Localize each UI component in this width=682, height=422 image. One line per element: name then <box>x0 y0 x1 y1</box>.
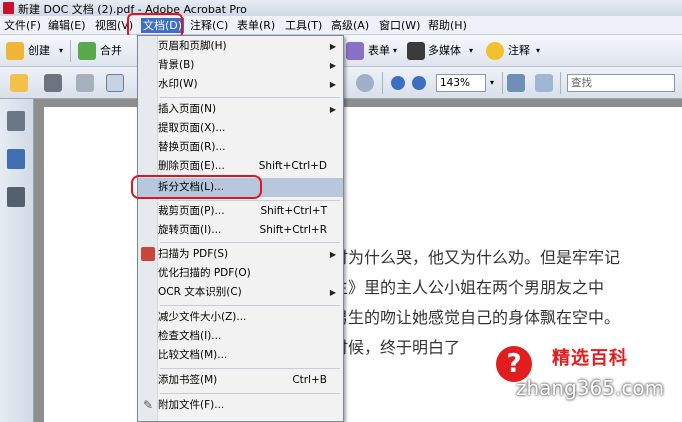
chevron-down-icon[interactable]: ▾ <box>536 41 540 61</box>
toolbar-separator <box>382 72 383 94</box>
menu-item-replace-pages[interactable]: 替换页面(R)... <box>138 138 343 157</box>
zoom-out-icon[interactable] <box>391 76 405 90</box>
multimedia-icon <box>407 42 425 60</box>
site-watermark: ? 精选百科 zhang365.com <box>472 340 682 410</box>
zoom-in-icon[interactable] <box>412 76 426 90</box>
menu-separator <box>160 97 340 98</box>
title-bar: 新建 DOC 文档 (2).pdf - Adobe Acrobat Pro <box>0 0 682 16</box>
menu-item-attach-file[interactable]: ✎ 附加文件(F)... <box>138 396 343 415</box>
shortcut-label: Shift+Ctrl+T <box>260 205 327 217</box>
menu-item-scan-to-pdf[interactable]: 扫描为 PDF(S) ▶ <box>138 245 343 264</box>
pages-panel-icon[interactable] <box>7 111 25 131</box>
toolbar-separator <box>70 40 71 62</box>
menu-item-delete-pages[interactable]: 删除页面(E)... Shift+Ctrl+D <box>138 157 343 176</box>
menu-separator <box>160 242 340 243</box>
document-text-line: 时候，终于明白了 <box>332 338 461 357</box>
forms-icon <box>346 42 364 60</box>
menu-window[interactable]: 窗口(W) <box>379 18 420 33</box>
navigation-panel <box>0 99 34 422</box>
menu-item-extract-pages[interactable]: 提取页面(X)... <box>138 119 343 138</box>
print-icon[interactable] <box>44 74 62 92</box>
menu-bar: 文件(F) 编辑(E) 视图(V) 文档(D) 注释(C) 表单(R) 工具(T… <box>0 16 682 35</box>
menu-item-insert-pages[interactable]: 插入页面(N) ▶ <box>138 100 343 119</box>
chevron-down-icon[interactable]: ▾ <box>490 73 494 93</box>
open-folder-icon[interactable] <box>10 74 28 92</box>
toolbar-separator <box>560 72 561 94</box>
menu-tools[interactable]: 工具(T) <box>285 18 322 33</box>
combine-icon <box>78 42 96 60</box>
combine-button[interactable]: 合并 <box>100 41 122 61</box>
fit-page-icon[interactable] <box>507 74 525 92</box>
document-text-line: 男生的吻让她感觉自己的身体飘在空中。 <box>332 308 621 327</box>
menu-item-rotate-pages[interactable]: 旋转页面(I)... Shift+Ctrl+R <box>138 221 343 240</box>
shortcut-label: Shift+Ctrl+R <box>259 224 327 236</box>
acrobat-app-icon <box>3 2 14 14</box>
menu-item-reduce-file-size[interactable]: 减少文件大小(Z)... <box>138 308 343 327</box>
menu-item-background[interactable]: 背景(B) ▶ <box>138 56 343 75</box>
menu-item-compare-documents[interactable]: 比较文档(M)... <box>138 346 343 365</box>
document-text-line: 主》里的主人公小姐在两个男朋友之中 <box>332 278 605 297</box>
save-icon[interactable] <box>76 74 94 92</box>
menu-separator <box>160 200 340 201</box>
toolbar-separator <box>502 72 503 94</box>
split-document-highlight-box <box>131 175 262 199</box>
watermark-brand: 精选百科 <box>552 348 628 369</box>
menu-item-optimize-scanned-pdf[interactable]: 优化扫描的 PDF(O) <box>138 264 343 283</box>
zoom-tool-icon[interactable] <box>356 74 374 92</box>
document-menu-dropdown: 页眉和页脚(H) ▶ 背景(B) ▶ 水印(W) ▶ 插入页面(N) ▶ 提取页… <box>137 35 344 422</box>
shortcut-label: Ctrl+B <box>292 374 327 386</box>
submenu-arrow-icon: ▶ <box>329 61 336 70</box>
menu-item-examine-document[interactable]: 检查文档(I)... <box>138 327 343 346</box>
menu-separator <box>160 368 340 369</box>
document-text-line: 时为什么哭，他又为什么劝。但是牢牢记 <box>332 248 621 267</box>
menu-item-crop-pages[interactable]: 裁剪页面(P)... Shift+Ctrl+T <box>138 202 343 221</box>
submenu-arrow-icon: ▶ <box>329 288 336 297</box>
paperclip-icon: ✎ <box>142 398 154 412</box>
menu-help[interactable]: 帮助(H) <box>428 18 467 33</box>
menu-item-ocr[interactable]: OCR 文本识别(C) ▶ <box>138 283 343 302</box>
scanner-icon <box>141 247 155 261</box>
menu-forms[interactable]: 表单(R) <box>237 18 275 33</box>
menu-item-header-footer[interactable]: 页眉和页脚(H) ▶ <box>138 37 343 56</box>
menu-separator <box>160 393 340 394</box>
signatures-panel-icon[interactable] <box>7 187 25 207</box>
watermark-url: zhang365.com <box>516 376 665 400</box>
zoom-level-field[interactable]: 143% <box>436 74 486 92</box>
menu-separator <box>160 305 340 306</box>
shortcut-label: Shift+Ctrl+D <box>258 160 327 172</box>
multimedia-button[interactable]: 多媒体 <box>428 41 461 61</box>
menu-file[interactable]: 文件(F) <box>4 18 41 33</box>
forms-button[interactable]: 表单 <box>368 41 390 61</box>
chevron-down-icon[interactable]: ▾ <box>59 41 63 61</box>
submenu-arrow-icon: ▶ <box>329 105 336 114</box>
chevron-down-icon[interactable]: ▾ <box>469 41 473 61</box>
create-icon <box>6 42 24 60</box>
menu-item-add-bookmark[interactable]: 添加书签(M) Ctrl+B <box>138 371 343 390</box>
comment-button[interactable]: 注释 <box>508 41 530 61</box>
email-icon[interactable] <box>106 74 124 92</box>
comment-icon <box>486 42 504 60</box>
full-screen-icon[interactable] <box>535 74 553 92</box>
submenu-arrow-icon: ▶ <box>329 250 336 259</box>
search-input[interactable]: 查找 <box>567 74 675 92</box>
create-button[interactable]: 创建 <box>28 41 50 61</box>
menu-edit[interactable]: 编辑(E) <box>48 18 86 33</box>
submenu-arrow-icon: ▶ <box>329 80 336 89</box>
menu-item-watermark[interactable]: 水印(W) ▶ <box>138 75 343 94</box>
menu-advanced[interactable]: 高级(A) <box>331 18 369 33</box>
chevron-down-icon[interactable]: ▾ <box>393 41 397 61</box>
submenu-arrow-icon: ▶ <box>329 42 336 51</box>
bookmarks-panel-icon[interactable] <box>7 149 25 169</box>
menu-comment[interactable]: 注释(C) <box>190 18 228 33</box>
